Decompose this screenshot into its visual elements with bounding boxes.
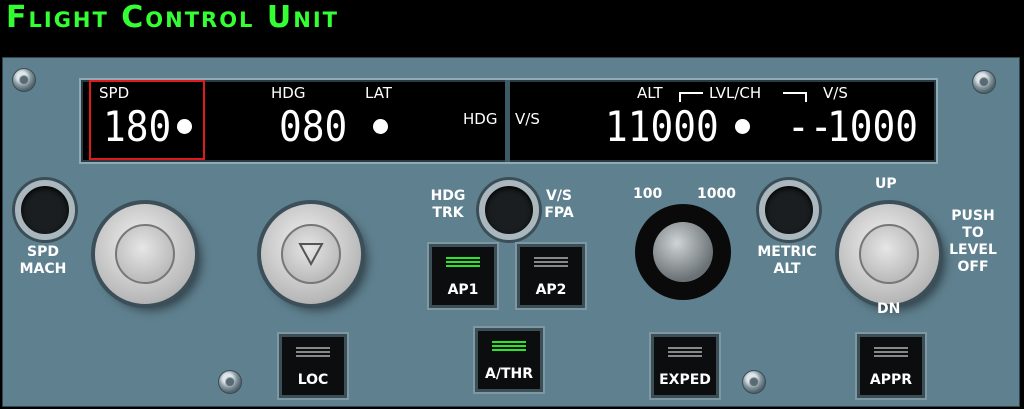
hdg-trk-label: HDG TRK [430, 188, 466, 221]
push-level-off-label: PUSH TO LEVEL OFF [949, 208, 997, 275]
spd-value: 180 [103, 102, 172, 151]
spd-label: SPD [99, 84, 130, 102]
alt-1000-label: 1000 [697, 186, 736, 202]
vs-fpa-label: V/S FPA [544, 188, 574, 221]
lat-label: LAT [365, 84, 392, 102]
appr-label: APPR [869, 372, 913, 388]
alt-100-label: 100 [633, 186, 663, 202]
fcu-display: SPD 180 HDG LAT 080 HDG V/S ALT LVL/CH V… [79, 78, 938, 164]
athr-label: A/THR [485, 366, 533, 382]
metric-alt-label: METRIC ALT [757, 244, 817, 277]
alt-value: 11000 [605, 102, 719, 151]
spd-mach-label: SPD MACH [19, 244, 67, 277]
hdg-mode-label: HDG [463, 110, 498, 128]
altitude-knob[interactable] [839, 204, 939, 304]
screw-icon [218, 370, 242, 394]
ap2-label: AP2 [535, 282, 567, 298]
triangle-down-icon [298, 243, 324, 267]
screw-icon [742, 370, 766, 394]
loc-label: LOC [297, 372, 329, 388]
spd-managed-dot [177, 119, 192, 134]
ap1-button[interactable]: AP1 [429, 244, 497, 308]
appr-button[interactable]: APPR [857, 334, 925, 398]
spd-mach-button[interactable] [15, 180, 75, 240]
display-divider [505, 80, 510, 162]
heading-knob[interactable] [261, 204, 361, 304]
exped-label: EXPED [659, 372, 711, 388]
bracket-left [679, 92, 703, 102]
vs-label: V/S [823, 84, 848, 102]
ap2-button[interactable]: AP2 [517, 244, 585, 308]
lvlch-label: LVL/CH [709, 84, 762, 102]
page-title: Flight Control Unit [6, 0, 339, 35]
vs-dashes: -- [787, 102, 833, 151]
hdg-value: 080 [279, 102, 348, 151]
metric-alt-button[interactable] [759, 180, 819, 240]
athr-button[interactable]: A/THR [475, 328, 543, 392]
alt-label: ALT [637, 84, 663, 102]
heading-knob-cap [281, 224, 341, 284]
dn-label: DN [877, 301, 901, 317]
ap1-label: AP1 [447, 282, 479, 298]
loc-button[interactable]: LOC [279, 334, 347, 398]
hdg-label: HDG [271, 84, 306, 102]
hdg-vs-trk-fpa-button[interactable] [479, 180, 539, 240]
screw-icon [12, 68, 36, 92]
vs-value: 1000 [827, 102, 919, 151]
fcu-panel: SPD 180 HDG LAT 080 HDG V/S ALT LVL/CH V… [2, 57, 1020, 407]
alt-increment-knob[interactable] [635, 204, 731, 300]
bracket-right [783, 92, 807, 102]
exped-button[interactable]: EXPED [651, 334, 719, 398]
vs-mode-label: V/S [515, 110, 540, 128]
hdg-managed-dot [373, 119, 388, 134]
screw-icon [972, 70, 996, 94]
speed-knob[interactable] [95, 204, 195, 304]
up-label: UP [875, 176, 897, 192]
alt-managed-dot [735, 119, 750, 134]
